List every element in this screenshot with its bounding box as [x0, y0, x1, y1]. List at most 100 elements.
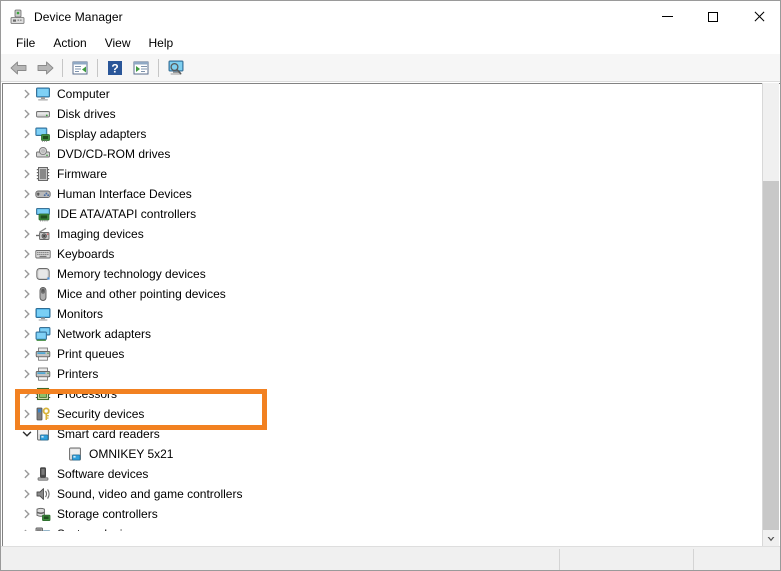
tree-item[interactable]: Mice and other pointing devices: [3, 284, 760, 304]
security-device-icon: [35, 406, 51, 422]
chevron-right-icon[interactable]: [19, 209, 35, 219]
help-button[interactable]: ?: [102, 56, 128, 80]
caption-button-group: [644, 1, 781, 32]
title-bar[interactable]: Device Manager: [1, 1, 781, 32]
chevron-right-icon[interactable]: [19, 409, 35, 419]
tree-item[interactable]: Print queues: [3, 344, 760, 364]
tree-item[interactable]: Imaging devices: [3, 224, 760, 244]
properties-button[interactable]: [67, 56, 93, 80]
menu-bar: File Action View Help: [1, 32, 781, 54]
tree-item-label: System devices: [57, 526, 141, 531]
chevron-right-icon[interactable]: [19, 309, 35, 319]
tree-item[interactable]: Sound, video and game controllers: [3, 484, 760, 504]
scroll-down-arrow-icon[interactable]: [763, 530, 779, 547]
chevron-down-icon[interactable]: [19, 429, 35, 439]
help-question-icon: ?: [107, 60, 123, 76]
network-adapter-icon: [35, 326, 51, 342]
tree-item-label: Disk drives: [57, 106, 116, 122]
tree-item[interactable]: Processors: [3, 384, 760, 404]
status-separator: [559, 549, 560, 570]
tree-item[interactable]: Computer: [3, 84, 760, 104]
system-device-icon: [35, 526, 51, 531]
scrollbar-track[interactable]: [763, 181, 779, 530]
tree-item[interactable]: DVD/CD-ROM drives: [3, 144, 760, 164]
back-button[interactable]: [6, 56, 32, 80]
tree-item[interactable]: Monitors: [3, 304, 760, 324]
scan-hardware-button[interactable]: [163, 56, 189, 80]
chevron-right-icon[interactable]: [19, 469, 35, 479]
chevron-right-icon[interactable]: [19, 129, 35, 139]
back-arrow-icon: [9, 60, 29, 76]
minimize-button[interactable]: [644, 1, 690, 32]
close-button[interactable]: [736, 1, 781, 32]
chevron-right-icon[interactable]: [19, 329, 35, 339]
dvd-drive-icon: [35, 146, 51, 162]
sound-controller-icon: [35, 486, 51, 502]
chevron-right-icon[interactable]: [19, 289, 35, 299]
smart-card-reader-icon: [35, 426, 51, 442]
device-manager-window: Device Manager File Action View Help: [0, 0, 781, 571]
mouse-icon: [35, 286, 51, 302]
tree-item[interactable]: Display adapters: [3, 124, 760, 144]
tree-item-label: Imaging devices: [57, 226, 144, 242]
forward-arrow-icon: [35, 60, 55, 76]
disk-drive-icon: [35, 106, 51, 122]
chevron-right-icon[interactable]: [19, 109, 35, 119]
hid-icon: [35, 186, 51, 202]
tree-item[interactable]: IDE ATA/ATAPI controllers: [3, 204, 760, 224]
chevron-right-icon[interactable]: [19, 349, 35, 359]
printer-icon: [35, 366, 51, 382]
status-separator: [693, 549, 694, 570]
tree-item[interactable]: Printers: [3, 364, 760, 384]
update-driver-button[interactable]: [128, 56, 154, 80]
tree-item-label: Display adapters: [57, 126, 146, 142]
update-driver-icon: [132, 60, 150, 76]
chevron-right-icon[interactable]: [19, 149, 35, 159]
chevron-right-icon[interactable]: [19, 529, 35, 531]
tree-item[interactable]: Disk drives: [3, 104, 760, 124]
tree-item[interactable]: OMNIKEY 5x21: [3, 444, 760, 464]
tree-item-label: OMNIKEY 5x21: [89, 446, 173, 462]
menu-view[interactable]: View: [96, 34, 140, 53]
chevron-right-icon[interactable]: [19, 369, 35, 379]
print-queue-icon: [35, 346, 51, 362]
tree-item-label: Human Interface Devices: [57, 186, 192, 202]
tree-item[interactable]: Network adapters: [3, 324, 760, 344]
storage-controller-icon: [35, 506, 51, 522]
chevron-right-icon[interactable]: [19, 169, 35, 179]
tree-item-label: Software devices: [57, 466, 148, 482]
chevron-right-icon[interactable]: [19, 489, 35, 499]
chevron-right-icon[interactable]: [19, 249, 35, 259]
toolbar-separator: [97, 59, 98, 77]
tree-item[interactable]: Storage controllers: [3, 504, 760, 524]
maximize-button[interactable]: [690, 1, 736, 32]
tree-item[interactable]: Software devices: [3, 464, 760, 484]
chevron-right-icon[interactable]: [19, 189, 35, 199]
chevron-right-icon[interactable]: [19, 89, 35, 99]
imaging-device-icon: [35, 226, 51, 242]
chevron-right-icon[interactable]: [19, 229, 35, 239]
menu-help[interactable]: Help: [140, 34, 183, 53]
tree-item-label: Computer: [57, 86, 110, 102]
chevron-right-icon[interactable]: [19, 389, 35, 399]
tree-item[interactable]: Security devices: [3, 404, 760, 424]
tree-item[interactable]: Memory technology devices: [3, 264, 760, 284]
tree-item[interactable]: Keyboards: [3, 244, 760, 264]
tree-item[interactable]: Smart card readers: [3, 424, 760, 444]
menu-file[interactable]: File: [7, 34, 44, 53]
tree-item-label: Firmware: [57, 166, 107, 182]
tree-item-label: Print queues: [57, 346, 124, 362]
tree-item[interactable]: System devices: [3, 524, 760, 531]
menu-action[interactable]: Action: [44, 34, 95, 53]
tree-item[interactable]: Human Interface Devices: [3, 184, 760, 204]
vertical-scrollbar[interactable]: [762, 83, 779, 547]
tree-item-label: Monitors: [57, 306, 103, 322]
chevron-right-icon[interactable]: [19, 509, 35, 519]
tree-item-label: IDE ATA/ATAPI controllers: [57, 206, 196, 222]
chevron-right-icon[interactable]: [19, 269, 35, 279]
forward-button[interactable]: [32, 56, 58, 80]
scrollbar-thumb[interactable]: [763, 83, 779, 181]
tree-item[interactable]: Firmware: [3, 164, 760, 184]
maximize-icon: [708, 12, 718, 22]
tree-item-label: Storage controllers: [57, 506, 158, 522]
